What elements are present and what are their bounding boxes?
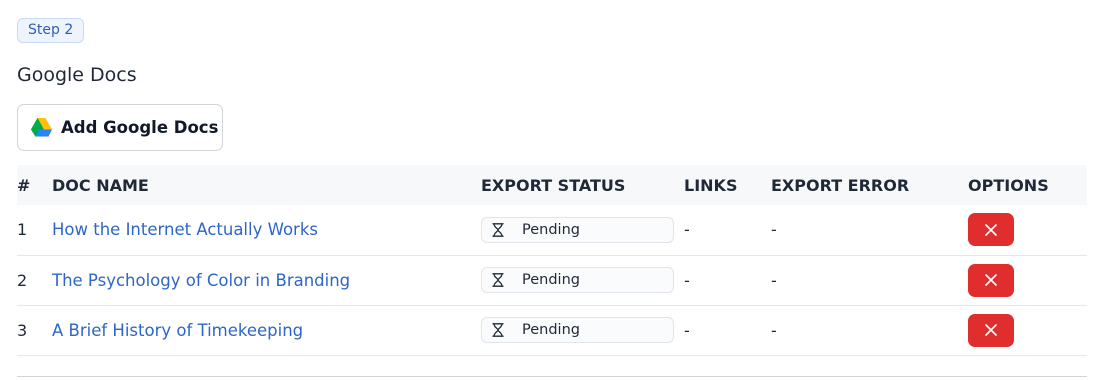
doc-name-link[interactable]: A Brief History of Timekeeping <box>52 321 303 340</box>
close-icon <box>985 324 997 336</box>
add-google-docs-button[interactable]: Add Google Docs <box>17 104 223 151</box>
hourglass-icon <box>492 222 504 237</box>
page: Step 2 Google Docs Add Google Docs # DOC… <box>0 0 1104 380</box>
status-text: Pending <box>522 322 580 338</box>
row-number: 2 <box>17 270 28 290</box>
status-text: Pending <box>522 272 580 288</box>
links-value: - <box>684 320 690 340</box>
step-badge: Step 2 <box>17 18 85 43</box>
delete-button[interactable] <box>968 213 1014 247</box>
links-value: - <box>684 270 690 290</box>
export-error-value: - <box>771 270 777 290</box>
close-icon <box>985 223 997 236</box>
docs-table: # DOC NAME EXPORT STATUS LINKS EXPORT ER… <box>17 165 1087 356</box>
status-badge: Pending <box>481 317 674 343</box>
doc-name-link[interactable]: How the Internet Actually Works <box>52 220 318 239</box>
delete-button[interactable] <box>968 313 1014 347</box>
table-row: 1 How the Internet Actually Works Pendin… <box>17 205 1087 255</box>
links-value: - <box>684 220 690 240</box>
hourglass-icon <box>492 273 504 287</box>
row-number: 1 <box>17 220 28 240</box>
add-google-docs-label: Add Google Docs <box>61 118 219 137</box>
table-header-row: # DOC NAME EXPORT STATUS LINKS EXPORT ER… <box>17 165 1087 205</box>
divider <box>17 376 1087 377</box>
section-title: Google Docs <box>17 64 137 86</box>
status-badge: Pending <box>481 216 674 243</box>
google-drive-icon <box>31 118 52 137</box>
header-links: LINKS <box>684 175 738 195</box>
table-row: 3 A Brief History of Timekeeping Pending… <box>17 305 1087 355</box>
header-options: OPTIONS <box>968 175 1049 195</box>
header-num: # <box>17 175 31 195</box>
header-export-error: EXPORT ERROR <box>771 175 910 195</box>
export-error-value: - <box>771 320 777 340</box>
row-number: 3 <box>17 320 28 340</box>
close-icon <box>985 274 997 286</box>
header-export-status: EXPORT STATUS <box>481 175 626 195</box>
doc-name-link[interactable]: The Psychology of Color in Branding <box>52 271 350 290</box>
status-badge: Pending <box>481 267 674 293</box>
table-row: 2 The Psychology of Color in Branding Pe… <box>17 255 1087 305</box>
export-error-value: - <box>771 220 777 240</box>
header-doc-name: DOC NAME <box>52 175 149 195</box>
status-text: Pending <box>522 221 580 238</box>
delete-button[interactable] <box>968 263 1014 297</box>
hourglass-icon <box>492 323 504 337</box>
